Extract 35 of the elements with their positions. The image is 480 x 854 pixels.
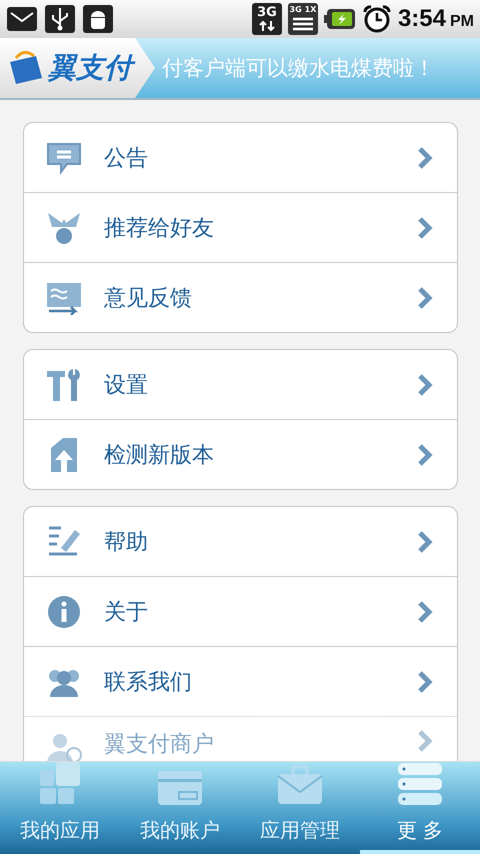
menu-item[interactable]: 推荐给好友: [24, 192, 457, 262]
menu-item[interactable]: 意见反馈: [24, 262, 457, 332]
chevron-right-icon: [417, 670, 433, 694]
speech-bubble-icon: [45, 140, 83, 174]
chevron-right-icon: [417, 530, 433, 554]
chevron-right-icon: [417, 286, 433, 310]
battery-icon: [324, 7, 356, 31]
feedback-icon: [45, 280, 83, 314]
menu-item[interactable]: 检测新版本: [24, 419, 457, 489]
menu-item[interactable]: 联系我们: [24, 646, 457, 716]
grid-icon: [38, 762, 82, 806]
menu-item[interactable]: 关于: [24, 576, 457, 646]
signal-icon: 3G 1X: [288, 3, 318, 35]
briefcase-icon: [277, 764, 323, 806]
chevron-right-icon: [417, 216, 433, 240]
nav-tab[interactable]: 更 多: [360, 762, 480, 854]
chevron-right-icon: [417, 146, 433, 170]
chevron-right-icon: [417, 600, 433, 624]
tools-icon: [45, 366, 83, 402]
menu-icon: [397, 762, 443, 806]
clock-time: 3:54 PM: [398, 5, 474, 33]
app-logo: 翼支付: [0, 38, 156, 98]
chevron-right-icon: [417, 442, 433, 466]
chevron-right-icon: [417, 372, 433, 396]
info-icon: [46, 594, 82, 630]
menu-item[interactable]: 公告: [24, 123, 457, 192]
news-ticker: 付客户端可以缴水电煤费啦！: [161, 55, 435, 82]
card-icon: [157, 770, 203, 806]
alarm-clock-icon: [362, 4, 392, 34]
mail-icon: [6, 4, 38, 34]
menu-item[interactable]: 设置: [24, 350, 457, 419]
network-icon: 3G: [252, 3, 282, 35]
usb-icon: [44, 4, 76, 34]
chevron-right-icon: [417, 729, 433, 753]
menu-item[interactable]: 帮助: [24, 507, 457, 576]
